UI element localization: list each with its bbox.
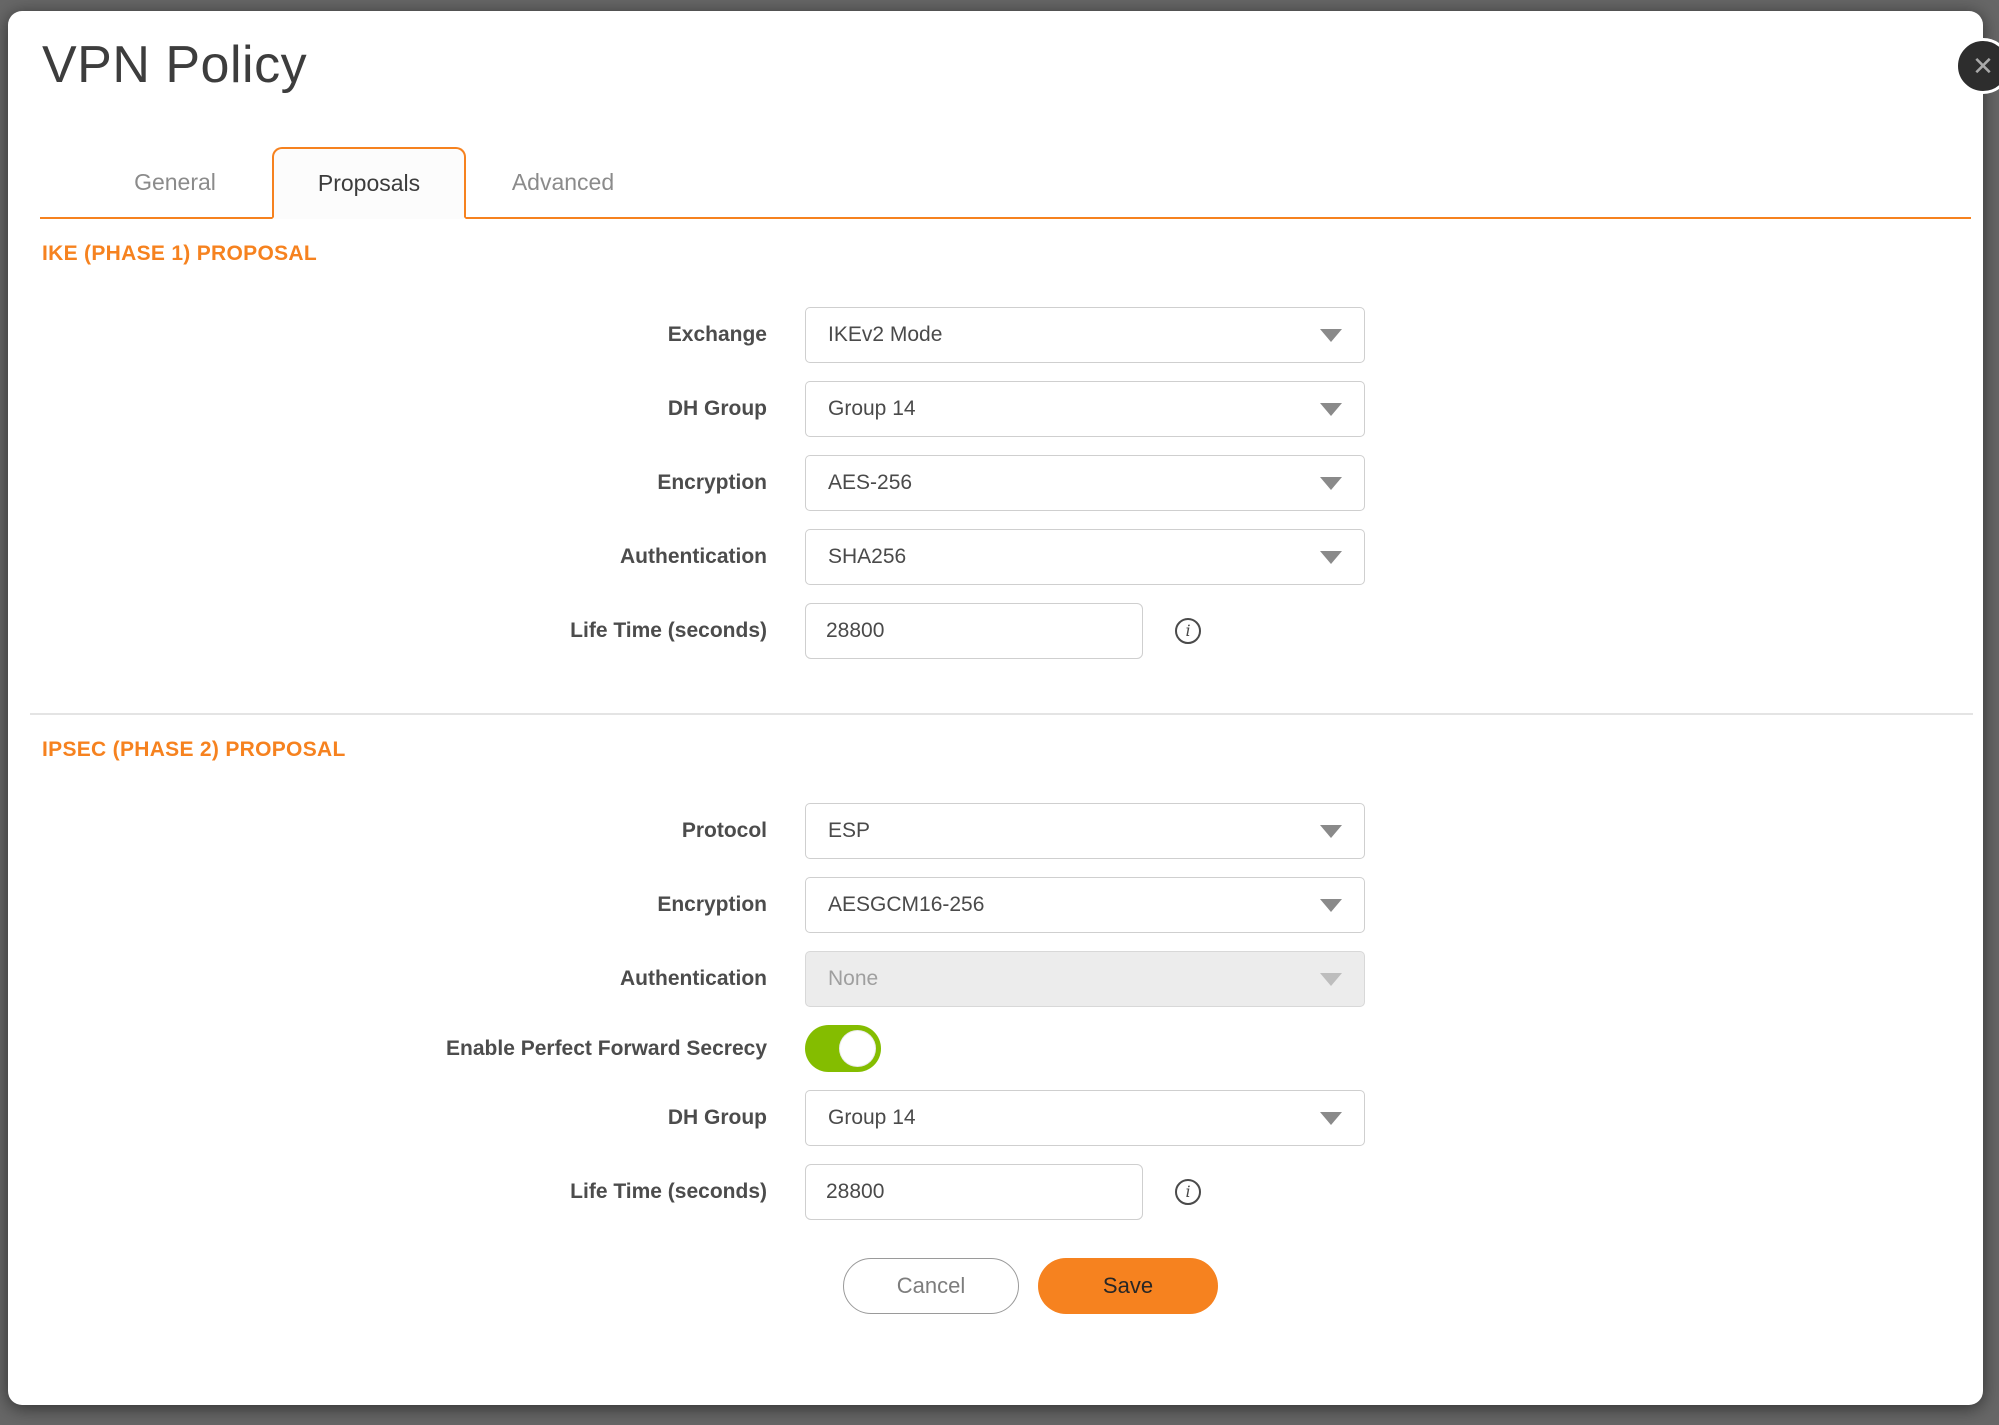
lifetime-p2-label: Life Time (seconds) [8, 1180, 805, 1204]
dh-group-p2-select[interactable]: Group 14 [805, 1090, 1365, 1146]
dh-group-select[interactable]: Group 14 [805, 381, 1365, 437]
dh-group-p2-label: DH Group [8, 1106, 805, 1130]
dropdown-arrow-icon [1320, 1112, 1342, 1125]
close-icon: ✕ [1972, 51, 1994, 82]
field-row-authentication-p2: Authentication None [8, 951, 1983, 1007]
field-row-pfs: Enable Perfect Forward Secrecy [8, 1025, 1983, 1072]
encryption-select-value: AES-256 [828, 471, 912, 495]
encryption-label: Encryption [8, 471, 805, 495]
dh-group-label: DH Group [8, 397, 805, 421]
exchange-select-value: IKEv2 Mode [828, 323, 942, 347]
authentication-select[interactable]: SHA256 [805, 529, 1365, 585]
encryption-p2-select[interactable]: AESGCM16-256 [805, 877, 1365, 933]
field-row-exchange: Exchange IKEv2 Mode [8, 307, 1983, 363]
tab-bar: General Proposals Advanced [40, 147, 1971, 219]
section-ike-phase1: IKE (PHASE 1) PROPOSAL Exchange IKEv2 Mo… [8, 241, 1983, 659]
protocol-select[interactable]: ESP [805, 803, 1365, 859]
lifetime-label: Life Time (seconds) [8, 619, 805, 643]
authentication-label: Authentication [8, 545, 805, 569]
exchange-label: Exchange [8, 323, 805, 347]
tab-advanced[interactable]: Advanced [466, 147, 660, 217]
dropdown-arrow-icon [1320, 899, 1342, 912]
encryption-p2-label: Encryption [8, 893, 805, 917]
pfs-label: Enable Perfect Forward Secrecy [8, 1037, 805, 1061]
field-row-dh-group: DH Group Group 14 [8, 381, 1983, 437]
tab-general[interactable]: General [78, 147, 272, 217]
lifetime-input[interactable] [805, 603, 1143, 659]
dropdown-arrow-icon [1320, 825, 1342, 838]
field-row-authentication: Authentication SHA256 [8, 529, 1983, 585]
dropdown-arrow-icon [1320, 403, 1342, 416]
pfs-toggle[interactable] [805, 1025, 881, 1072]
section-heading-ike-phase1: IKE (PHASE 1) PROPOSAL [42, 241, 1983, 267]
field-row-encryption: Encryption AES-256 [8, 455, 1983, 511]
dropdown-arrow-icon [1320, 329, 1342, 342]
authentication-select-value: SHA256 [828, 545, 906, 569]
dh-group-p2-select-value: Group 14 [828, 1106, 916, 1130]
dh-group-select-value: Group 14 [828, 397, 916, 421]
section-ipsec-phase2: IPSEC (PHASE 2) PROPOSAL Protocol ESP En… [8, 737, 1983, 1220]
info-icon[interactable]: i [1175, 618, 1201, 644]
lifetime-p2-input[interactable] [805, 1164, 1143, 1220]
dialog-title: VPN Policy [42, 33, 1983, 97]
field-row-lifetime-p2: Life Time (seconds) i [8, 1164, 1983, 1220]
field-row-dh-group-p2: DH Group Group 14 [8, 1090, 1983, 1146]
section-divider [30, 713, 1973, 715]
section-heading-ipsec-phase2: IPSEC (PHASE 2) PROPOSAL [42, 737, 1983, 763]
protocol-label: Protocol [8, 819, 805, 843]
modal-backdrop: ✕ VPN Policy General Proposals Advanced … [0, 0, 1999, 1425]
exchange-select[interactable]: IKEv2 Mode [805, 307, 1365, 363]
dialog-footer: Cancel Save [843, 1258, 1983, 1314]
cancel-button[interactable]: Cancel [843, 1258, 1019, 1314]
save-button[interactable]: Save [1038, 1258, 1218, 1314]
tab-proposals[interactable]: Proposals [272, 147, 466, 219]
info-icon[interactable]: i [1175, 1179, 1201, 1205]
vpn-policy-dialog: ✕ VPN Policy General Proposals Advanced … [8, 11, 1983, 1405]
field-row-lifetime: Life Time (seconds) i [8, 603, 1983, 659]
field-row-protocol: Protocol ESP [8, 803, 1983, 859]
authentication-p2-select: None [805, 951, 1365, 1007]
dropdown-arrow-icon [1320, 973, 1342, 986]
authentication-p2-label: Authentication [8, 967, 805, 991]
dropdown-arrow-icon [1320, 551, 1342, 564]
dropdown-arrow-icon [1320, 477, 1342, 490]
protocol-select-value: ESP [828, 819, 870, 843]
field-row-encryption-p2: Encryption AESGCM16-256 [8, 877, 1983, 933]
encryption-select[interactable]: AES-256 [805, 455, 1365, 511]
toggle-knob [839, 1030, 876, 1067]
authentication-p2-select-value: None [828, 967, 878, 991]
encryption-p2-select-value: AESGCM16-256 [828, 893, 984, 917]
